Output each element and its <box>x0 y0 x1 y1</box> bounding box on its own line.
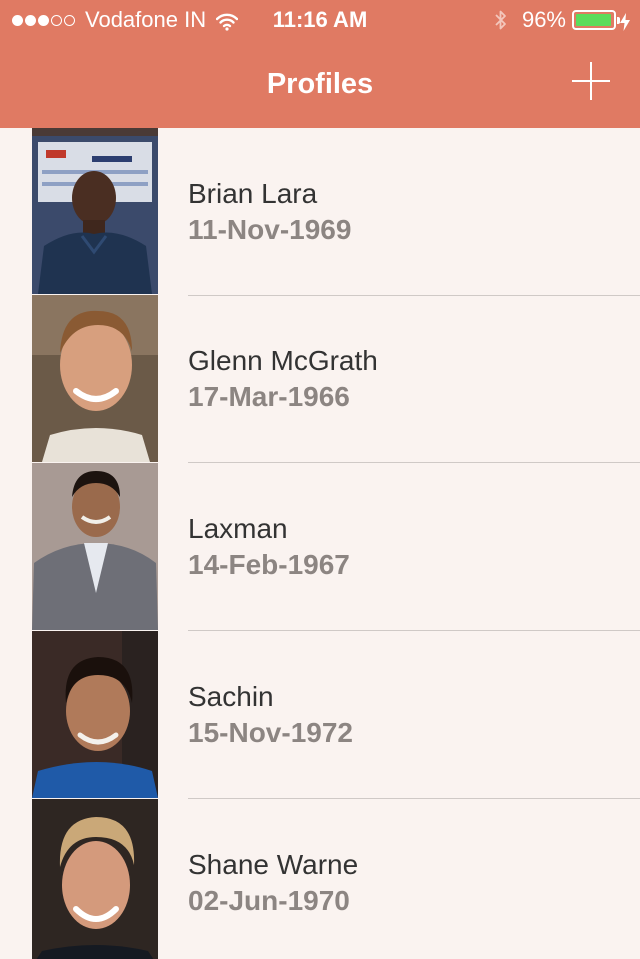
profile-photo <box>32 799 158 959</box>
profile-photo <box>32 463 158 630</box>
profile-name: Shane Warne <box>188 849 359 880</box>
profile-dob: 15-Nov-1972 <box>188 717 353 748</box>
status-right: 96% <box>494 6 630 34</box>
profile-row[interactable]: Sachin 15-Nov-1972 <box>0 631 640 799</box>
profile-name: Glenn McGrath <box>188 345 378 376</box>
profile-dob: 02-Jun-1970 <box>188 885 350 916</box>
profile-name: Laxman <box>188 513 288 544</box>
profile-name: Brian Lara <box>188 178 318 209</box>
battery-level-fill <box>576 14 611 26</box>
profile-photo <box>32 295 158 462</box>
app-screen: Vodafone IN 11:16 AM 96% Profiles Brian … <box>0 0 640 959</box>
battery-cap <box>617 17 620 24</box>
navigation-header: Vodafone IN 11:16 AM 96% Profiles <box>0 0 640 128</box>
profile-photo <box>32 136 158 294</box>
profile-name: Sachin <box>188 681 274 712</box>
bluetooth-icon <box>494 8 508 32</box>
charging-icon <box>620 11 630 31</box>
battery-icon <box>572 10 620 30</box>
profile-row[interactable]: Glenn McGrath 17-Mar-1966 <box>0 295 640 463</box>
profile-photo <box>32 631 158 798</box>
profile-list[interactable]: Brian Lara 11-Nov-1969 Glenn McGrath 17-… <box>0 128 640 959</box>
profile-dob: 14-Feb-1967 <box>188 549 350 580</box>
page-title: Profiles <box>266 68 374 100</box>
profile-dob: 11-Nov-1969 <box>188 214 352 245</box>
status-bar: Vodafone IN 11:16 AM 96% <box>0 0 640 40</box>
profile-row[interactable]: Shane Warne 02-Jun-1970 <box>0 799 640 959</box>
profile-row[interactable]: Laxman 14-Feb-1967 <box>0 463 640 631</box>
profile-dob: 17-Mar-1966 <box>188 381 350 412</box>
battery-percentage: 96% <box>521 7 566 32</box>
profile-row[interactable]: Brian Lara 11-Nov-1969 <box>0 128 640 296</box>
add-profile-button[interactable] <box>572 62 610 100</box>
